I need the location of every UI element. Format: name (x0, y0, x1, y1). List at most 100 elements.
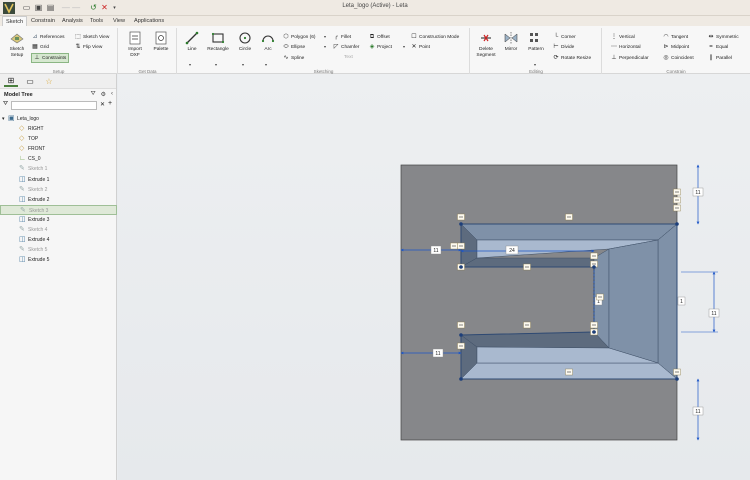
palette-button[interactable]: Palette (150, 31, 172, 53)
tab-analysis[interactable]: Analysis (59, 16, 86, 26)
palette-label: Palette (153, 47, 169, 52)
tree-item[interactable]: ◇ RIGHT (0, 124, 117, 134)
polygon-dropdown-icon[interactable]: ▾ (324, 34, 326, 39)
sketch-vertex[interactable] (459, 377, 463, 381)
tab-sketch[interactable]: Sketch (2, 16, 28, 26)
tree-item[interactable]: ◫ Extrude 5 (0, 255, 117, 265)
fillet-button[interactable]: ╭ Fillet (333, 34, 351, 40)
viewport-drawing[interactable]: 11 11 24 11 11 11 1 1 (118, 74, 750, 480)
sketch-vertex[interactable] (675, 377, 679, 381)
tree-item[interactable]: ✎ Sketch 2 (0, 185, 117, 195)
settings-icon[interactable]: ⚙ (101, 91, 106, 98)
coincident-constraint-button[interactable]: ◎ Coincident (663, 55, 693, 61)
equal-constraint-button[interactable]: = Equal (708, 44, 728, 50)
corner-button[interactable]: └ Corner (553, 34, 576, 40)
tree-item-label: Extrude 5 (28, 257, 50, 264)
tree-item[interactable]: ◇ TOP (0, 134, 117, 144)
tree-item[interactable]: ◫ Extrude 4 (0, 235, 117, 245)
ellipse-dropdown-icon[interactable]: ▾ (324, 44, 326, 49)
perpendicular-constraint-button[interactable]: ⊥ Perpendicular (611, 55, 648, 61)
star-tab-icon[interactable]: ☆ (42, 76, 56, 87)
sketch-vertex[interactable] (675, 222, 679, 226)
import-dxf-button[interactable]: Import DXF (125, 31, 145, 59)
rectangle-icon (211, 32, 225, 44)
dim-right-small[interactable]: 1 (677, 296, 686, 306)
tree-item[interactable]: ◫ Extrude 1 (0, 175, 117, 185)
sketch-vertex[interactable] (459, 222, 463, 226)
rectangle-button[interactable]: Rectangle (205, 31, 231, 53)
horizontal-constraint-button[interactable]: ⋯ Horizontal (611, 44, 641, 50)
arc-button[interactable]: Arc (258, 31, 278, 53)
line-dropdown-icon[interactable]: ▾ (189, 62, 191, 67)
tree-item[interactable]: ◇ FRONT (0, 144, 117, 154)
constraints-toggle[interactable]: ⊥ Constraints (31, 53, 70, 63)
parallel-constraint-button[interactable]: ∥ Parallel (708, 55, 733, 61)
horizontal-icon: ⋯ (611, 44, 617, 50)
midpoint-constraint-button[interactable]: ⊳ Midpoint (663, 44, 689, 50)
model-tree-tab-icon[interactable]: ⊞ (4, 76, 18, 87)
tangent-constraint-button[interactable]: ◠ Tangent (663, 34, 688, 40)
offset-button[interactable]: ⧉ Offset (369, 34, 390, 40)
sketch-vertex[interactable] (592, 265, 596, 269)
rectangle-dropdown-icon[interactable]: ▾ (215, 62, 217, 67)
sketch-vertex[interactable] (592, 330, 596, 334)
spline-button[interactable]: ∿ Spline (283, 55, 304, 61)
filter-icon[interactable]: ⛛ (91, 91, 96, 98)
tree-item[interactable]: ▾ ▣ Leta_logo (0, 114, 117, 124)
tree-item[interactable]: ✎ Sketch 3 (0, 204, 117, 215)
chamfer-button[interactable]: ◸ Chamfer (333, 44, 360, 50)
sketch-view-button[interactable]: ⬚ Sketch View (75, 34, 109, 40)
tree-item[interactable]: ∟ CS_0 (0, 154, 117, 164)
tree-search-input[interactable] (11, 101, 97, 110)
dim-inner-width[interactable]: 24 (505, 245, 519, 255)
text-button[interactable]: Text (344, 55, 353, 60)
grid-button[interactable]: ▦ Grid (32, 44, 49, 50)
circle-button[interactable]: Circle (235, 31, 255, 53)
collapse-panel-icon[interactable]: ‹ (111, 91, 113, 98)
folder-tab-icon[interactable]: ▭ (23, 76, 37, 87)
rotate-resize-button[interactable]: ⟳ Rotate Resize (553, 55, 591, 61)
point-button[interactable]: ✕ Point (411, 44, 429, 50)
dim-right-mid[interactable]: 11 (708, 308, 720, 318)
add-icon[interactable]: + (108, 100, 112, 107)
arc-dropdown-icon[interactable]: ▾ (265, 62, 267, 67)
dim-left-top[interactable]: 11 (430, 245, 442, 255)
sketch-setup-button[interactable]: Sketch Setup (6, 31, 28, 59)
grid-label: Grid (40, 44, 50, 50)
mirror-icon (504, 32, 518, 44)
tab-constrain[interactable]: Constrain (28, 16, 58, 26)
construction-mode-toggle[interactable]: ☐ Construction Mode (411, 34, 459, 40)
delete-segment-button[interactable]: Delete Segment (475, 31, 497, 59)
dim-left-lower[interactable]: 11 (432, 348, 444, 358)
expand-chevron-icon[interactable]: ▾ (2, 114, 5, 124)
tab-tools[interactable]: Tools (87, 16, 106, 26)
tree-item[interactable]: ✎ Sketch 1 (0, 164, 117, 174)
pattern-dropdown-icon[interactable]: ▾ (534, 62, 536, 67)
symmetric-constraint-button[interactable]: ⇹ Symmetric (708, 34, 738, 40)
tab-applications[interactable]: Applications (131, 16, 167, 26)
ellipse-button[interactable]: ⬭ Ellipse (283, 44, 305, 50)
tree-item[interactable]: ✎ Sketch 4 (0, 225, 117, 235)
tree-item[interactable]: ◫ Extrude 3 (0, 215, 117, 225)
tree-item[interactable]: ✎ Sketch 5 (0, 245, 117, 255)
project-dropdown-icon[interactable]: ▾ (403, 44, 405, 49)
references-button[interactable]: ⊿ References (32, 34, 64, 40)
dim-top-right[interactable]: 11 (692, 187, 704, 197)
line-button[interactable]: Line (182, 31, 202, 53)
dim-bottom-right[interactable]: 11 (692, 406, 704, 416)
divide-button[interactable]: ⊢ Divide (553, 44, 574, 50)
sketch-vertex[interactable] (459, 333, 463, 337)
polygon-button[interactable]: ⬡ Polygon (6) (283, 34, 315, 40)
project-button[interactable]: ◈ Project (369, 44, 392, 50)
flip-view-button[interactable]: ⇅ Flip View (75, 44, 102, 50)
tree-item[interactable]: ◫ Extrude 2 (0, 195, 117, 205)
tab-view[interactable]: View (110, 16, 128, 26)
mirror-button[interactable]: Mirror (501, 31, 521, 53)
sketch-vertex[interactable] (459, 265, 463, 269)
clear-filter-icon[interactable]: ✕ (100, 101, 105, 108)
graphics-viewport[interactable]: 11 11 24 11 11 11 1 1 (118, 74, 750, 480)
vertical-constraint-button[interactable]: ⋮ Vertical (611, 34, 635, 40)
circle-dropdown-icon[interactable]: ▾ (242, 62, 244, 67)
pattern-button[interactable]: Pattern (525, 31, 547, 53)
sketch-icon: ✎ (19, 185, 25, 193)
